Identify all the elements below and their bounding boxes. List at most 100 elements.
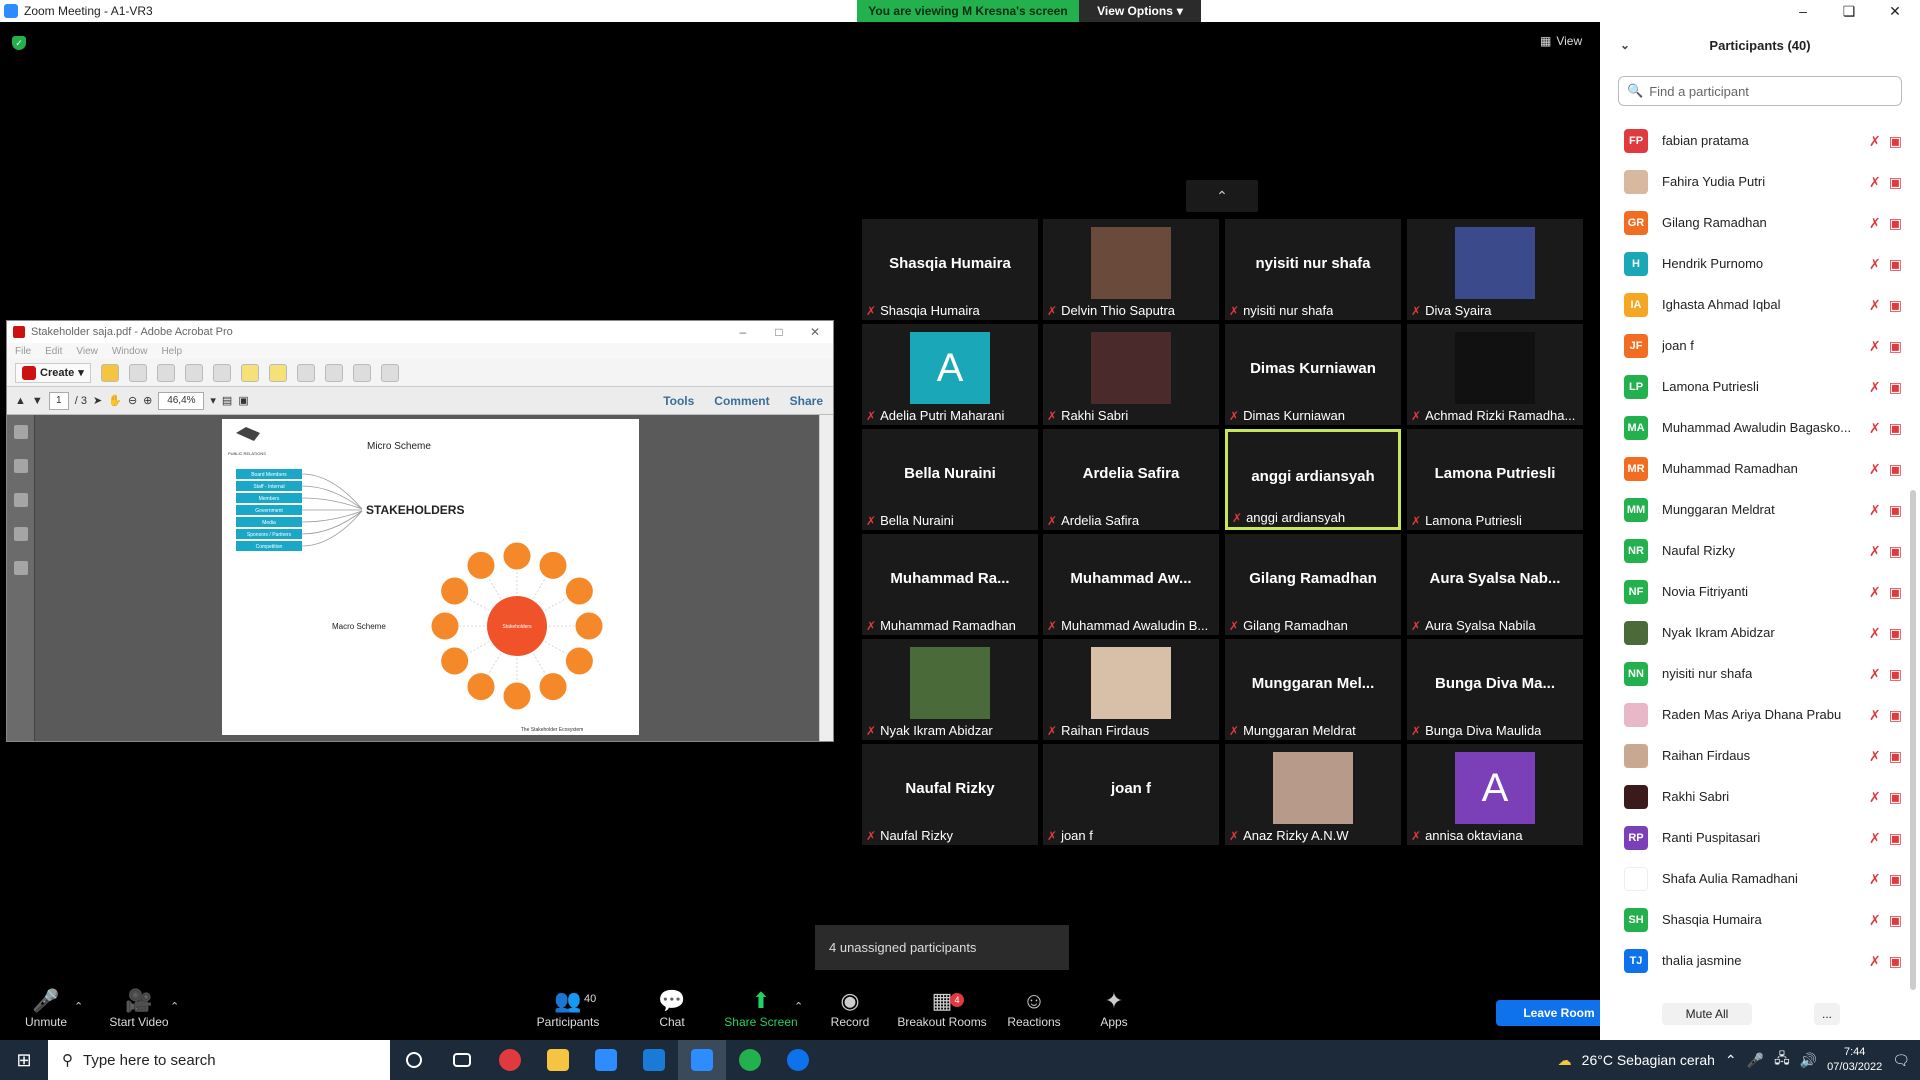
video-tile[interactable]: Dimas Kurniawan ✗ Dimas Kurniawan [1225, 324, 1401, 425]
grid-page-up-button[interactable]: ⌃ [1186, 180, 1258, 212]
participant-row[interactable]: Nyak Ikram Abidzar ✗ ▣ [1600, 612, 1910, 653]
taskbar-search-input[interactable]: ⚲ Type here to search [48, 1040, 390, 1080]
participant-row[interactable]: Raihan Firdaus ✗ ▣ [1600, 735, 1910, 776]
participant-status-icons: ✗ ▣ [1869, 338, 1902, 355]
share-options-caret[interactable]: ⌃ [794, 1000, 803, 1013]
store-icon[interactable] [582, 1040, 630, 1080]
participant-row[interactable]: LP Lamona Putriesli ✗ ▣ [1600, 366, 1910, 407]
participant-row[interactable]: NR Naufal Rizky ✗ ▣ [1600, 530, 1910, 571]
participant-search-input[interactable]: 🔍 Find a participant [1618, 76, 1902, 106]
video-tile[interactable]: A ✗ annisa oktaviana [1407, 744, 1583, 845]
muted-mic-icon: ✗ [1869, 174, 1881, 190]
unmute-button[interactable]: 🎤 Unmute [18, 975, 74, 1040]
video-tile[interactable]: A ✗ Adelia Putri Maharani [862, 324, 1038, 425]
video-tile[interactable]: nyisiti nur shafa ✗ nyisiti nur shafa [1225, 219, 1401, 320]
unassigned-participants-toast[interactable]: 4 unassigned participants [815, 925, 1069, 970]
video-tile[interactable]: anggi ardiansyah ✗ anggi ardiansyah [1225, 429, 1401, 530]
video-tile[interactable]: joan f ✗ joan f [1043, 744, 1219, 845]
video-off-icon: ▣ [1888, 871, 1902, 887]
participant-row[interactable]: SH Shasqia Humaira ✗ ▣ [1600, 899, 1910, 940]
participant-status-icons: ✗ ▣ [1869, 420, 1902, 437]
weather-icon[interactable]: ☁ [1558, 1052, 1572, 1069]
video-tile[interactable]: Munggaran Mel... ✗ Munggaran Meldrat [1225, 639, 1401, 740]
participant-row[interactable]: Fahira Yudia Putri ✗ ▣ [1600, 161, 1910, 202]
acrobat-restore-icon: □ [775, 325, 783, 339]
participant-row[interactable]: MM Munggaran Meldrat ✗ ▣ [1600, 489, 1910, 530]
video-tile[interactable]: Aura Syalsa Nab... ✗ Aura Syalsa Nabila [1407, 534, 1583, 635]
video-tile[interactable]: Muhammad Aw... ✗ Muhammad Awaludin B... [1043, 534, 1219, 635]
restore-icon[interactable]: ❏ [1826, 0, 1872, 22]
participant-row[interactable]: MA Muhammad Awaludin Bagasko... ✗ ▣ [1600, 407, 1910, 448]
video-tile[interactable]: Shasqia Humaira ✗ Shasqia Humaira [862, 219, 1038, 320]
breakout-rooms-button[interactable]: ▦ 4 Breakout Rooms [896, 975, 988, 1040]
zoom-taskbar-icon[interactable] [678, 1040, 726, 1080]
participant-row[interactable]: Shafa Aulia Ramadhani ✗ ▣ [1600, 858, 1910, 899]
cortana-icon[interactable] [390, 1040, 438, 1080]
video-tile[interactable]: ✗ Diva Syaira [1407, 219, 1583, 320]
video-tile[interactable]: ✗ Achmad Rizki Ramadha... [1407, 324, 1583, 425]
weather-text[interactable]: 26°C Sebagian cerah [1582, 1052, 1715, 1068]
view-options-button[interactable]: View Options ▾ [1079, 0, 1201, 22]
minimize-icon[interactable]: – [1780, 0, 1826, 22]
teamviewer-icon[interactable] [774, 1040, 822, 1080]
participant-row[interactable]: JF joan f ✗ ▣ [1600, 325, 1910, 366]
participant-row[interactable]: NN nyisiti nur shafa ✗ ▣ [1600, 653, 1910, 694]
participants-button[interactable]: 👥 40 Participants [532, 975, 604, 1040]
participant-row[interactable]: IA Ighasta Ahmad Iqbal ✗ ▣ [1600, 284, 1910, 325]
mute-all-button[interactable]: Mute All [1662, 1003, 1752, 1025]
view-layout-button[interactable]: ▦ View [1540, 34, 1582, 48]
collapse-chevron-icon[interactable]: ⌄ [1620, 38, 1630, 52]
video-tile[interactable]: ✗ Raihan Firdaus [1043, 639, 1219, 740]
video-tile[interactable]: ✗ Anaz Rizky A.N.W [1225, 744, 1401, 845]
participant-row[interactable]: FP fabian pratama ✗ ▣ [1600, 120, 1910, 161]
doc-list-item: Staff - Internal [253, 484, 284, 490]
video-tile[interactable]: Bella Nuraini ✗ Bella Nuraini [862, 429, 1038, 530]
video-tile[interactable]: ✗ Delvin Thio Saputra [1043, 219, 1219, 320]
task-view-icon[interactable] [438, 1040, 486, 1080]
chrome-profile-icon[interactable] [726, 1040, 774, 1080]
muted-mic-icon: ✗ [866, 618, 877, 633]
participant-list-scrollbar[interactable] [1910, 490, 1916, 990]
video-options-caret[interactable]: ⌃ [170, 1000, 179, 1013]
participant-row[interactable]: Raden Mas Ariya Dhana Prabu ✗ ▣ [1600, 694, 1910, 735]
chat-button[interactable]: 💬 Chat [652, 975, 692, 1040]
windows-start-icon[interactable]: ⊞ [0, 1040, 48, 1080]
more-options-button[interactable]: ... [1814, 1003, 1840, 1025]
video-tile[interactable]: Lamona Putriesli ✗ Lamona Putriesli [1407, 429, 1583, 530]
video-tile[interactable]: Gilang Ramadhan ✗ Gilang Ramadhan [1225, 534, 1401, 635]
mail-icon[interactable] [630, 1040, 678, 1080]
apps-button[interactable]: ✦ Apps [1098, 975, 1130, 1040]
participant-name: Muhammad Awaludin Bagasko... [1662, 420, 1852, 435]
participant-row[interactable]: TJ thalia jasmine ✗ ▣ [1600, 940, 1910, 981]
record-button[interactable]: ◉ Record [828, 975, 872, 1040]
start-video-button[interactable]: 🎥 Start Video [106, 975, 172, 1040]
video-tile[interactable]: Naufal Rizky ✗ Naufal Rizky [862, 744, 1038, 845]
file-explorer-icon[interactable] [534, 1040, 582, 1080]
participant-row[interactable]: H Hendrik Purnomo ✗ ▣ [1600, 243, 1910, 284]
microphone-icon[interactable]: 🎤 [1747, 1052, 1764, 1069]
video-tile[interactable]: ✗ Nyak Ikram Abidzar [862, 639, 1038, 740]
network-icon[interactable]: 🖧 [1774, 1048, 1790, 1072]
chrome-icon[interactable] [486, 1040, 534, 1080]
notifications-icon[interactable]: 🗨 [1892, 1052, 1910, 1069]
participant-row[interactable]: MR Muhammad Ramadhan ✗ ▣ [1600, 448, 1910, 489]
tile-name: Ardelia Safira [1061, 513, 1140, 528]
security-shield-icon[interactable]: ✓ [12, 36, 26, 50]
volume-icon[interactable]: 🔊 [1800, 1052, 1817, 1069]
video-tile[interactable]: Ardelia Safira ✗ Ardelia Safira [1043, 429, 1219, 530]
audio-options-caret[interactable]: ⌃ [74, 1000, 83, 1013]
reactions-button[interactable]: ☺ Reactions [1006, 975, 1062, 1040]
participant-avatar [1624, 169, 1648, 194]
taskbar-clock[interactable]: 7:44 07/03/2022 [1827, 1045, 1882, 1075]
close-icon[interactable]: ✕ [1872, 0, 1918, 22]
video-tile[interactable]: ✗ Rakhi Sabri [1043, 324, 1219, 425]
video-tile[interactable]: Bunga Diva Ma... ✗ Bunga Diva Maulida [1407, 639, 1583, 740]
share-screen-button[interactable]: ⬆ Share Screen [722, 975, 800, 1040]
tray-overflow-icon[interactable]: ⌃ [1725, 1052, 1737, 1069]
participant-row[interactable]: Rakhi Sabri ✗ ▣ [1600, 776, 1910, 817]
participant-row[interactable]: NF Novia Fitriyanti ✗ ▣ [1600, 571, 1910, 612]
video-tile[interactable]: Muhammad Ra... ✗ Muhammad Ramadhan [862, 534, 1038, 635]
muted-mic-icon: ✗ [1232, 510, 1243, 525]
participant-row[interactable]: GR Gilang Ramadhan ✗ ▣ [1600, 202, 1910, 243]
participant-row[interactable]: RP Ranti Puspitasari ✗ ▣ [1600, 817, 1910, 858]
